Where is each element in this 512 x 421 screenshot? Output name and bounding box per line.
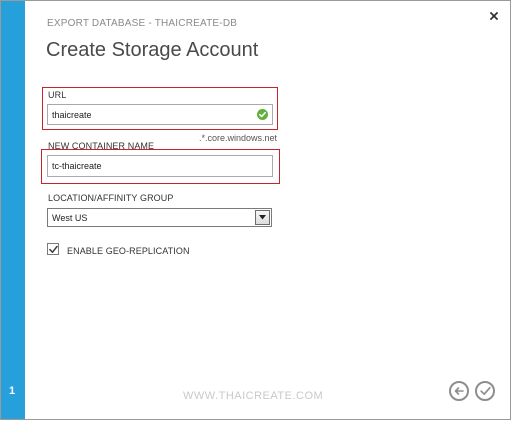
url-domain-suffix: .*.core.windows.net	[199, 133, 278, 143]
checkmark-icon	[479, 386, 491, 396]
container-name-input[interactable]	[47, 155, 273, 177]
back-button[interactable]	[449, 381, 469, 401]
geo-replication-checkbox[interactable]	[47, 243, 59, 255]
geo-replication-label: ENABLE GEO-REPLICATION	[67, 246, 190, 256]
page-title: Create Storage Account	[46, 39, 259, 61]
location-select[interactable]: West US	[47, 208, 272, 227]
step-rail: 1	[1, 1, 25, 419]
step-number: 1	[9, 385, 16, 397]
dropdown-button[interactable]	[255, 210, 270, 225]
url-label: URL	[48, 90, 67, 100]
close-icon	[490, 12, 498, 20]
close-button[interactable]	[487, 9, 501, 23]
back-arrow-icon	[454, 387, 464, 395]
complete-button[interactable]	[475, 381, 495, 401]
check-circle-icon	[257, 109, 268, 120]
url-input[interactable]	[47, 104, 273, 125]
location-selected-value: West US	[52, 213, 88, 223]
check-icon	[48, 245, 58, 253]
watermark: WWW.THAICREATE.COM	[183, 390, 324, 402]
chevron-down-icon	[259, 215, 266, 220]
create-storage-dialog: 1 EXPORT DATABASE - THAICREATE-DB Create…	[0, 0, 511, 420]
breadcrumb: EXPORT DATABASE - THAICREATE-DB	[47, 18, 238, 29]
container-name-label: NEW CONTAINER NAME	[48, 141, 155, 151]
location-label: LOCATION/AFFINITY GROUP	[48, 193, 174, 203]
